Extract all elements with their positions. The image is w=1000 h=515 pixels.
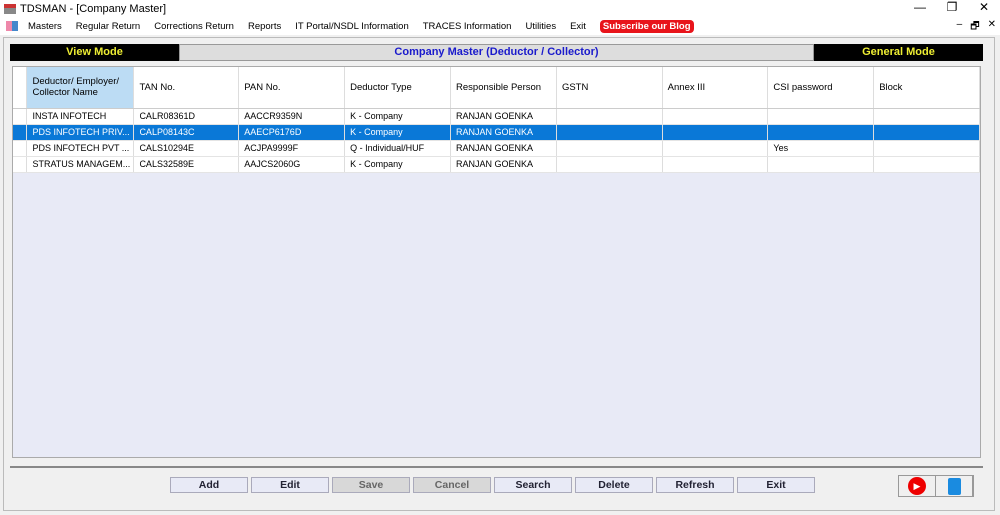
table-cell[interactable] [556, 156, 663, 173]
table-cell[interactable]: AAJCS2060G [238, 156, 346, 173]
delete-button[interactable]: Delete [575, 477, 653, 493]
general-mode-label: General Mode [814, 44, 983, 61]
row-header[interactable] [13, 108, 28, 125]
column-header[interactable]: Responsible Person [450, 67, 557, 109]
table-cell[interactable]: ACJPA9999F [238, 140, 346, 157]
help-document-button[interactable] [936, 476, 973, 496]
form-title: Company Master (Deductor / Collector) [179, 44, 814, 61]
refresh-button[interactable]: Refresh [656, 477, 734, 493]
menu-corrections-return[interactable]: Corrections Return [154, 21, 234, 32]
table-cell[interactable] [662, 124, 769, 141]
menu-exit[interactable]: Exit [570, 21, 586, 32]
restore-button[interactable]: ❐ [936, 0, 968, 14]
row-header[interactable] [13, 124, 28, 141]
table-cell[interactable]: STRATUS MANAGEM... [26, 156, 135, 173]
mode-bar: View Mode Company Master (Deductor / Col… [10, 44, 983, 61]
mdi-restore[interactable]: 🗗 [970, 19, 979, 36]
table-cell[interactable] [662, 156, 769, 173]
close-button[interactable]: ✕ [968, 0, 1000, 14]
table-cell[interactable]: INSTA INFOTECH [26, 108, 135, 125]
youtube-video-button[interactable]: ▶ [899, 476, 936, 496]
menu-utilities[interactable]: Utilities [525, 21, 556, 32]
table-cell[interactable]: CALS10294E [133, 140, 240, 157]
mdi-close[interactable]: ✕ [988, 19, 996, 36]
table-cell[interactable]: CALR08361D [133, 108, 240, 125]
menu-reports[interactable]: Reports [248, 21, 281, 32]
table-cell[interactable] [556, 108, 663, 125]
company-master-frame: View Mode Company Master (Deductor / Col… [3, 37, 995, 511]
column-header[interactable]: TAN No. [133, 67, 240, 109]
table-cell[interactable] [662, 108, 769, 125]
table-cell[interactable]: K - Company [344, 108, 452, 125]
table-cell[interactable]: RANJAN GOENKA [450, 156, 557, 173]
add-button[interactable]: Add [170, 477, 248, 493]
exit-button[interactable]: Exit [737, 477, 815, 493]
table-cell[interactable] [873, 156, 980, 173]
table-cell[interactable] [873, 140, 980, 157]
table-cell[interactable]: PDS INFOTECH PVT ... [26, 140, 135, 157]
table-cell[interactable]: RANJAN GOENKA [450, 124, 557, 141]
edit-button[interactable]: Edit [251, 477, 329, 493]
column-header[interactable]: PAN No. [238, 67, 346, 109]
subscribe-blog-button[interactable]: Subscribe our Blog [599, 19, 694, 33]
row-header[interactable] [13, 140, 28, 157]
table-row[interactable]: PDS INFOTECH PVT ... CALS10294E ACJPA9999F… [13, 140, 980, 157]
column-header[interactable]: Deductor Type [344, 67, 452, 109]
minimize-button[interactable]: — [904, 0, 936, 14]
table-cell[interactable]: AAECP6176D [238, 124, 346, 141]
table-cell[interactable] [767, 108, 875, 125]
menu-bar: Masters Regular Return Corrections Retur… [0, 17, 1000, 35]
menu-traces[interactable]: TRACES Information [423, 21, 512, 32]
youtube-play-icon: ▶ [908, 477, 926, 495]
table-cell[interactable]: K - Company [344, 124, 452, 141]
mdi-minimize[interactable]: – [957, 19, 963, 36]
view-mode-label: View Mode [10, 44, 179, 61]
column-header[interactable]: Deductor/ Employer/ Collector Name [26, 67, 135, 109]
table-cell[interactable]: CALS32589E [133, 156, 240, 173]
search-button[interactable]: Search [494, 477, 572, 493]
table-cell[interactable]: K - Company [344, 156, 452, 173]
table-cell[interactable]: CALP08143C [133, 124, 240, 141]
window-title: TDSMAN - [Company Master] [20, 2, 167, 15]
table-cell[interactable] [556, 124, 663, 141]
table-cell[interactable]: AACCR9359N [238, 108, 346, 125]
table-row[interactable]: PDS INFOTECH PRIV... CALP08143C AAECP6176D… [13, 124, 980, 141]
table-cell[interactable] [767, 124, 875, 141]
table-cell[interactable] [873, 124, 980, 141]
menu-masters[interactable]: Masters [28, 21, 62, 32]
table-cell[interactable]: RANJAN GOENKA [450, 140, 557, 157]
table-row[interactable]: STRATUS MANAGEM... CALS32589E AAJCS2060G K … [13, 156, 980, 173]
column-header[interactable]: CSI password [767, 67, 875, 109]
table-cell[interactable] [556, 140, 663, 157]
column-header[interactable]: Block [873, 67, 980, 109]
table-cell[interactable]: RANJAN GOENKA [450, 108, 557, 125]
table-cell[interactable]: Q - Individual/HUF [344, 140, 452, 157]
app-icon [4, 3, 16, 14]
button-bar: Add Edit Save Cancel Search Delete Refresh Exit… [10, 466, 983, 498]
row-header-corner [13, 67, 28, 109]
row-header[interactable] [13, 156, 28, 173]
table-cell[interactable]: Yes [767, 140, 875, 157]
table-row[interactable]: INSTA INFOTECH CALR08361D AACCR9359N K - Co… [13, 108, 980, 125]
table-cell[interactable] [662, 140, 769, 157]
save-button[interactable]: Save [332, 477, 410, 493]
column-header[interactable]: GSTN [556, 67, 663, 109]
cancel-button[interactable]: Cancel [413, 477, 491, 493]
table-cell[interactable] [767, 156, 875, 173]
menu-regular-return[interactable]: Regular Return [76, 21, 140, 32]
menu-it-portal[interactable]: IT Portal/NSDL Information [295, 21, 409, 32]
title-bar: TDSMAN - [Company Master] — ❐ ✕ [0, 0, 1000, 17]
column-header[interactable]: Annex III [662, 67, 769, 109]
mdi-icon[interactable] [6, 21, 18, 31]
company-grid: Deductor/ Employer/ Collector Name TAN No… [12, 66, 981, 458]
table-cell[interactable] [873, 108, 980, 125]
document-icon [947, 477, 961, 495]
table-cell[interactable]: PDS INFOTECH PRIV... [26, 124, 135, 141]
